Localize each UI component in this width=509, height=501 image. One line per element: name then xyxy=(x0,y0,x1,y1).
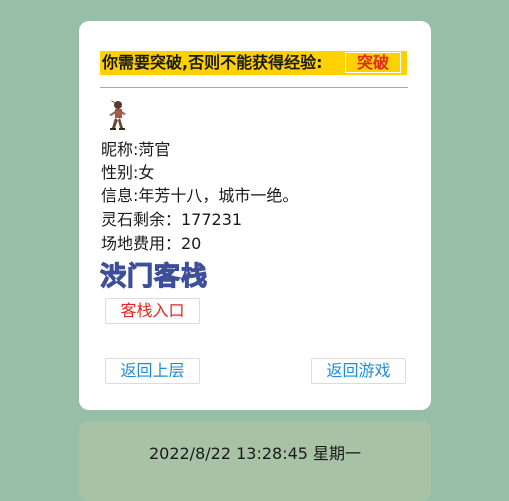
venue-fee: 场地费用：20 xyxy=(101,234,202,253)
bio: 信息:年芳十八，城市一绝。 xyxy=(101,186,299,205)
inn-logo-text: 渋门客栈 xyxy=(100,261,208,290)
nickname: 昵称:菏官 xyxy=(101,140,171,159)
divider xyxy=(100,87,408,88)
datetime: 2022/8/22 13:28:45 星期一 xyxy=(148,444,362,463)
main-card: 你需要突破,否则不能获得经验: 突破 昵称:菏官 性别:女 信息:年芳十八，城市… xyxy=(79,21,431,410)
gender: 性别:女 xyxy=(101,163,155,182)
breakthrough-notice: 你需要突破,否则不能获得经验: 突破 xyxy=(100,51,407,75)
breakthrough-button[interactable]: 突破 xyxy=(345,52,401,73)
notice-text: 你需要突破,否则不能获得经验: xyxy=(102,53,323,72)
inn-logo: 渋门客栈 xyxy=(100,260,208,290)
footer-panel: 2022/8/22 13:28:45 星期一 xyxy=(79,421,431,501)
back-up-level-button[interactable]: 返回上层 xyxy=(105,358,200,384)
character-sprite-icon xyxy=(109,100,126,130)
back-to-game-button[interactable]: 返回游戏 xyxy=(311,358,406,384)
inn-entrance-button[interactable]: 客栈入口 xyxy=(105,298,200,324)
spirit-stones-remaining: 灵石剩余：177231 xyxy=(101,210,243,229)
